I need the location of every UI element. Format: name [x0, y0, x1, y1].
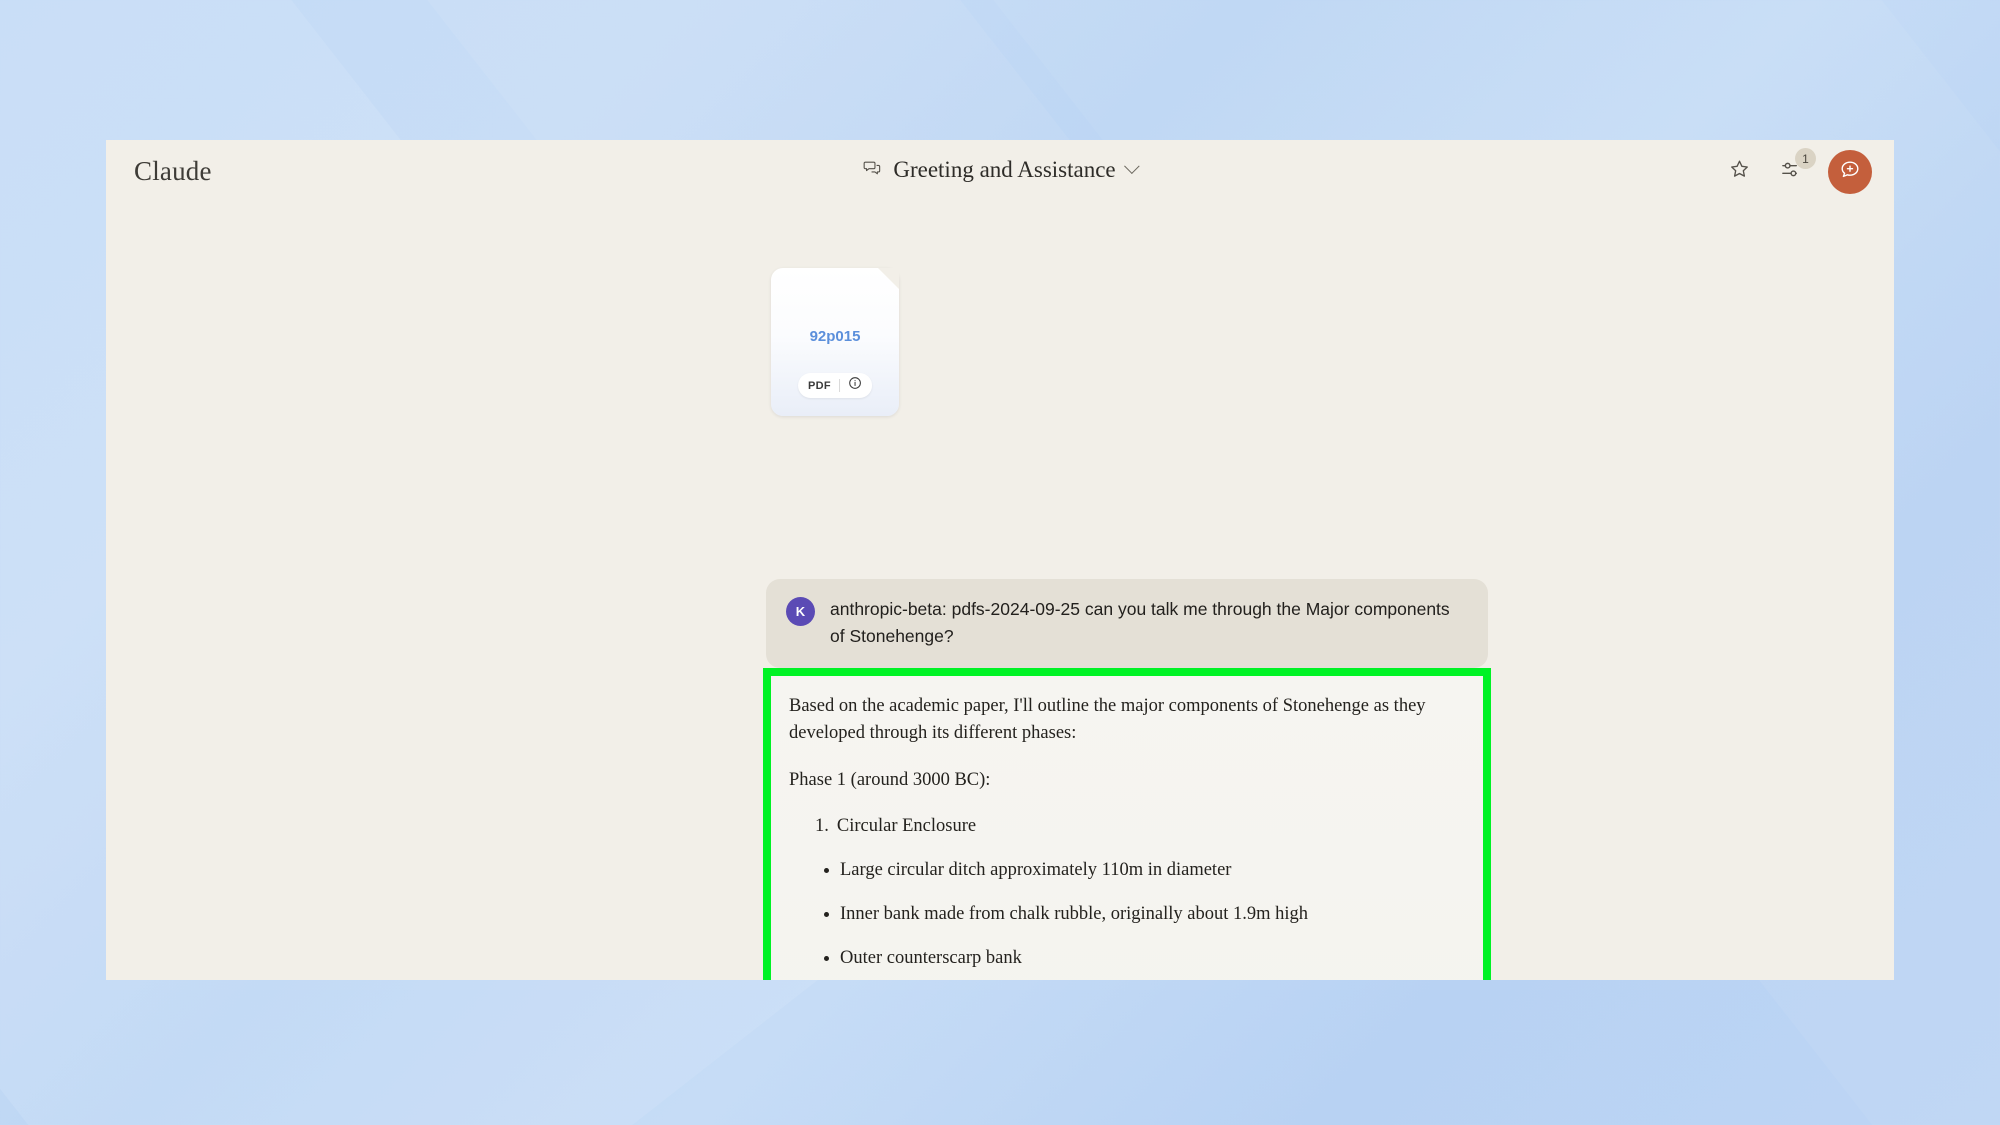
assistant-message-highlight: Based on the academic paper, I'll outlin…: [763, 668, 1491, 980]
bullet-dot-icon: [824, 911, 829, 917]
pdf-type-label: PDF: [808, 379, 831, 392]
star-button[interactable]: [1724, 157, 1754, 187]
pdf-attachment-card[interactable]: 92p015 PDF: [771, 268, 899, 416]
user-message-bubble: K anthropic-beta: pdfs-2024-09-25 can yo…: [766, 579, 1488, 669]
bullet-text: Outer counterscarp bank: [840, 947, 1022, 968]
bullet-text: Large circular ditch approximately 110m …: [840, 859, 1232, 880]
ordered-list-item: 1. Circular Enclosure: [815, 813, 1461, 840]
star-icon: [1728, 158, 1751, 186]
new-chat-button[interactable]: [1828, 150, 1872, 194]
assistant-intro-paragraph: Based on the academic paper, I'll outlin…: [789, 696, 1426, 744]
conversation-title: Greeting and Assistance: [893, 157, 1116, 182]
settings-button[interactable]: 1: [1776, 148, 1816, 187]
assistant-message-body: Based on the academic paper, I'll outlin…: [771, 676, 1483, 980]
chat-bubbles-icon: [862, 158, 882, 183]
bullet-list-item: Outer counterscarp bank: [824, 945, 1461, 972]
conversation-area: 92p015 PDF K anthropic-beta: pdfs-2024-0…: [106, 216, 1894, 980]
claude-app-window: Claude Greeting and Assistance 1 92p015 …: [106, 140, 1894, 980]
app-header: Claude Greeting and Assistance 1: [106, 140, 1894, 216]
notification-badge: 1: [1795, 148, 1816, 169]
pdf-filename: 92p015: [809, 328, 861, 345]
new-chat-bubble-icon: [1838, 158, 1862, 187]
bullet-dot-icon: [824, 867, 829, 873]
chevron-down-icon: [1124, 157, 1140, 174]
pdf-badge: PDF: [798, 373, 872, 398]
header-actions: 1: [1724, 148, 1872, 194]
attachment-row: 92p015 PDF: [771, 268, 899, 416]
info-icon[interactable]: [848, 376, 862, 395]
phase-heading: Phase 1 (around 3000 BC):: [789, 769, 991, 790]
user-message-text: anthropic-beta: pdfs-2024-09-25 can you …: [830, 599, 1450, 646]
brand-wordmark: Claude: [134, 156, 212, 186]
avatar: K: [786, 597, 815, 626]
bullet-list-item: Inner bank made from chalk rubble, origi…: [824, 901, 1461, 928]
conversation-title-button[interactable]: Greeting and Assistance: [862, 157, 1140, 183]
bullet-text: Inner bank made from chalk rubble, origi…: [840, 903, 1309, 924]
list-number: 1.: [815, 816, 829, 837]
bullet-dot-icon: [824, 955, 829, 961]
bullet-list-item: Large circular ditch approximately 110m …: [824, 857, 1461, 884]
badge-divider: [838, 379, 840, 392]
list-title: Circular Enclosure: [836, 816, 977, 837]
